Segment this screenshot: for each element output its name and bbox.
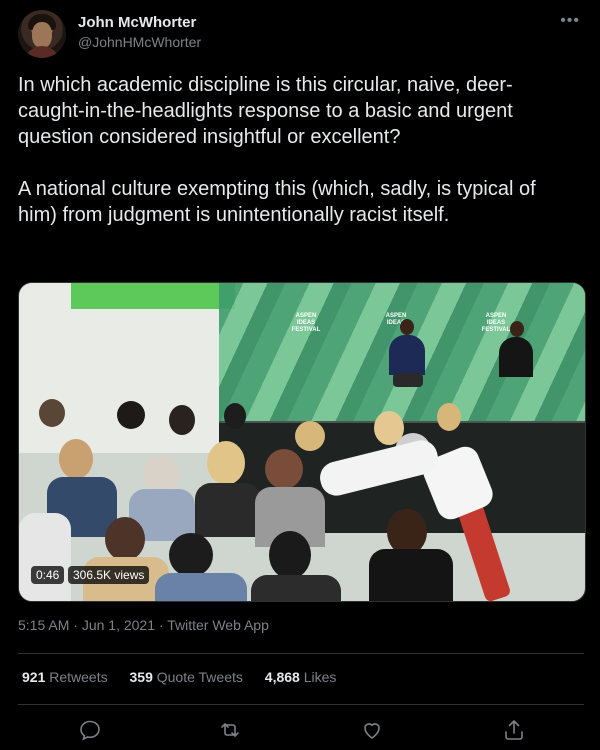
stage-banner: ASPEN IDEAS FESTIVAL <box>291 313 321 333</box>
more-options-icon[interactable]: ••• <box>560 12 580 30</box>
likes-stat[interactable]: 4,868 Likes <box>265 669 337 685</box>
divider <box>18 704 584 705</box>
author-name[interactable]: John McWhorter <box>78 14 196 31</box>
stage-banner: ASPEN IDEAS FESTIVAL <box>481 313 511 333</box>
tweet-header: John McWhorter @JohnHMcWhorter ••• <box>18 10 584 60</box>
tweet-text: In which academic discipline is this cir… <box>18 72 578 228</box>
video-player[interactable]: ASPEN IDEAS FESTIVAL ASPEN IDEAS ASPEN I… <box>18 282 586 602</box>
retweets-stat[interactable]: 921 Retweets <box>22 669 108 685</box>
tweet-actions <box>0 718 600 748</box>
quote-tweets-label: Quote Tweets <box>156 669 243 685</box>
share-icon[interactable] <box>502 718 526 742</box>
tweet-time[interactable]: 5:15 AM <box>18 617 69 633</box>
author-handle[interactable]: @JohnHMcWhorter <box>78 34 201 50</box>
quote-tweets-count: 359 <box>129 669 153 685</box>
like-icon[interactable] <box>360 718 384 742</box>
quote-tweets-stat[interactable]: 359 Quote Tweets <box>130 669 243 685</box>
video-screen-element <box>71 283 235 309</box>
tweet-date[interactable]: Jun 1, 2021 <box>82 617 155 633</box>
video-duration-badge: 0:46 <box>31 566 65 584</box>
meta-separator: · <box>158 617 164 633</box>
reply-icon[interactable] <box>78 718 102 742</box>
likes-count: 4,868 <box>264 669 300 685</box>
likes-label: Likes <box>303 669 337 685</box>
tweet-source[interactable]: Twitter Web App <box>167 617 269 633</box>
tweet-stats: 921 Retweets 359 Quote Tweets 4,868 Like… <box>22 669 354 685</box>
author-avatar[interactable] <box>18 10 66 58</box>
tweet-meta: 5:15 AM · Jun 1, 2021 · Twitter Web App <box>18 617 269 633</box>
meta-separator: · <box>73 617 78 633</box>
retweets-count: 921 <box>22 669 46 685</box>
tweet-paragraph: In which academic discipline is this cir… <box>18 74 513 148</box>
video-views-badge: 306.5K views <box>68 566 150 584</box>
tweet-paragraph: A national culture exempting this (which… <box>18 178 536 226</box>
divider <box>18 653 584 654</box>
retweet-icon[interactable] <box>218 718 242 742</box>
retweets-label: Retweets <box>49 669 108 685</box>
